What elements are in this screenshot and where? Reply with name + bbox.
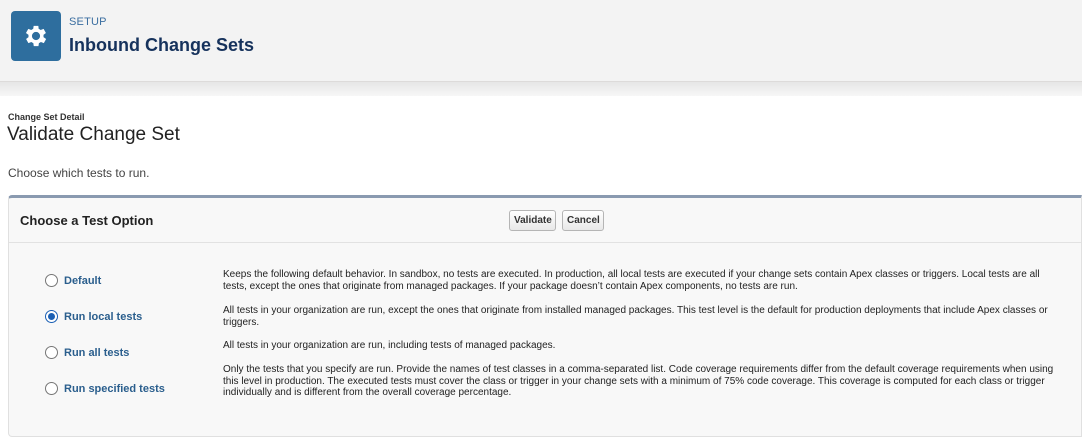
instructions-text: Choose which tests to run.: [8, 166, 150, 180]
option-run-local-tests[interactable]: Run local tests: [45, 310, 142, 323]
option-description: All tests in your organization are run, …: [223, 340, 556, 351]
option-description: Keeps the following default behavior. In…: [223, 269, 1040, 292]
option-label[interactable]: Run specified tests: [64, 383, 165, 395]
option-description: Only the tests that you specify are run.…: [223, 364, 1054, 398]
option-run-all-tests[interactable]: Run all tests: [45, 346, 129, 359]
header-title: Inbound Change Sets: [69, 35, 255, 55]
setup-icon-tile: [11, 11, 61, 61]
option-label[interactable]: Run local tests: [64, 311, 142, 323]
option-run-specified-tests[interactable]: Run specified tests: [45, 382, 165, 395]
validate-button[interactable]: Validate: [509, 210, 556, 231]
test-option-panel: Choose a Test Option Validate Cancel Def…: [8, 195, 1082, 437]
radio-run-specified-tests[interactable]: [45, 382, 58, 395]
option-label[interactable]: Run all tests: [64, 347, 129, 359]
cancel-button[interactable]: Cancel: [562, 210, 604, 231]
header-shadow: [0, 82, 1082, 96]
page-header: SETUP Inbound Change Sets: [0, 0, 1082, 96]
breadcrumb: Change Set Detail: [8, 112, 85, 122]
panel-title: Choose a Test Option: [20, 213, 154, 228]
panel-header: Choose a Test Option Validate Cancel: [9, 198, 1081, 243]
option-description: All tests in your organization are run, …: [223, 305, 1048, 328]
header-eyebrow: SETUP: [69, 16, 107, 28]
radio-run-local-tests[interactable]: [45, 310, 58, 323]
page-title: Validate Change Set: [7, 124, 180, 145]
radio-run-all-tests[interactable]: [45, 346, 58, 359]
option-default[interactable]: Default: [45, 274, 101, 287]
option-label[interactable]: Default: [64, 275, 101, 287]
gear-icon: [25, 25, 47, 47]
radio-default[interactable]: [45, 274, 58, 287]
